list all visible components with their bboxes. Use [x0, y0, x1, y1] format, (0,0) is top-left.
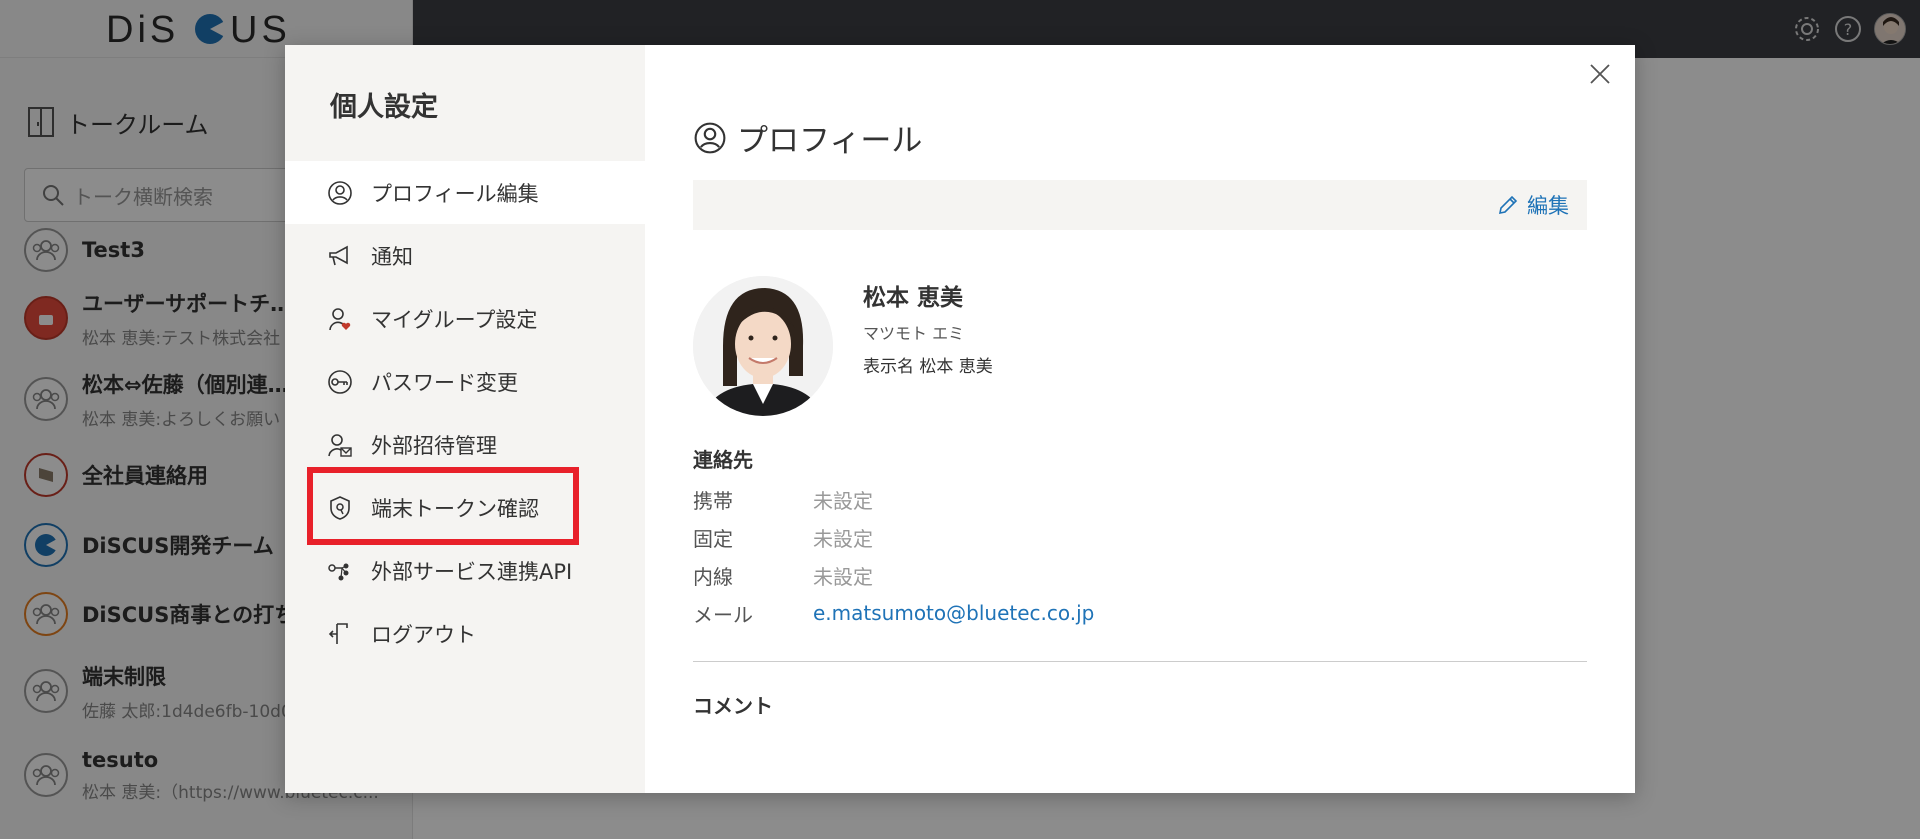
edit-label: 編集	[1527, 194, 1569, 218]
nav-item-external-api[interactable]: 外部サービス連携API	[285, 539, 645, 602]
shield-icon	[327, 495, 353, 521]
nav-item-notification[interactable]: 通知	[285, 224, 645, 287]
user-circle-icon	[693, 121, 727, 155]
contact-value: 未設定	[813, 526, 873, 551]
edit-bar: 編集	[693, 180, 1587, 230]
logout-icon	[327, 621, 353, 647]
modal-title: 個人設定	[330, 92, 438, 123]
close-button[interactable]	[1585, 59, 1615, 89]
nav-label: ログアウト	[371, 622, 476, 647]
profile-display-name: 表示名 松本 恵美	[863, 357, 993, 377]
nav-label: 通知	[371, 244, 413, 269]
contact-row-email: メール e.matsumoto@bluetec.co.jp	[693, 601, 1587, 627]
nav-label: マイグループ設定	[371, 307, 538, 332]
nav-item-my-group[interactable]: マイグループ設定	[285, 287, 645, 350]
user-heart-icon	[327, 306, 353, 332]
nav-item-external-invite[interactable]: 外部招待管理	[285, 413, 645, 476]
contact-row-mobile: 携帯 未設定	[693, 487, 1587, 513]
section-title-text: プロフィール	[737, 123, 923, 159]
contact-row-landline: 固定 未設定	[693, 525, 1587, 551]
nav-item-device-token[interactable]: 端末トークン確認	[285, 476, 645, 539]
nav-item-profile-edit[interactable]: プロフィール編集	[285, 161, 645, 224]
comment-title: コメント	[693, 694, 773, 718]
user-circle-icon	[327, 180, 353, 206]
megaphone-icon	[327, 243, 353, 269]
contact-label: 携帯	[693, 488, 733, 513]
key-icon	[327, 369, 353, 395]
settings-nav: 個人設定 プロフィール編集 通知 マイグループ設定 パスワード変更 外部招待管理	[285, 45, 645, 793]
contact-label: 内線	[693, 564, 733, 589]
profile-kana: マツモト エミ	[863, 324, 965, 343]
nav-label: 外部サービス連携API	[371, 559, 573, 584]
api-connect-icon	[327, 558, 353, 584]
nav-item-password[interactable]: パスワード変更	[285, 350, 645, 413]
contact-value: 未設定	[813, 488, 873, 513]
nav-label: 外部招待管理	[371, 433, 497, 458]
nav-label: パスワード変更	[371, 370, 518, 395]
personal-settings-modal: 個人設定 プロフィール編集 通知 マイグループ設定 パスワード変更 外部招待管理	[285, 45, 1635, 793]
pencil-icon	[1497, 194, 1519, 216]
edit-button[interactable]: 編集	[1497, 190, 1569, 220]
email-link[interactable]: e.matsumoto@bluetec.co.jp	[813, 601, 1094, 625]
nav-item-logout[interactable]: ログアウト	[285, 602, 645, 665]
contact-title: 連絡先	[693, 448, 753, 472]
close-icon	[1589, 63, 1611, 85]
contact-label: メール	[693, 602, 753, 627]
divider	[693, 661, 1587, 662]
profile-name: 松本 恵美	[863, 285, 964, 311]
nav-label: 端末トークン確認	[371, 496, 539, 521]
contact-value: 未設定	[813, 564, 873, 589]
contact-row-extension: 内線 未設定	[693, 563, 1587, 589]
profile-panel: プロフィール 編集 松本 恵美 マツモト エミ 表示名 松本 恵美 連絡先 携帯…	[645, 45, 1635, 793]
user-mail-icon	[327, 432, 353, 458]
profile-section-title: プロフィール	[693, 115, 1587, 160]
profile-card: 松本 恵美 マツモト エミ 表示名 松本 恵美	[693, 276, 1587, 416]
contact-label: 固定	[693, 526, 733, 551]
nav-label: プロフィール編集	[371, 181, 539, 206]
profile-photo	[693, 276, 833, 416]
